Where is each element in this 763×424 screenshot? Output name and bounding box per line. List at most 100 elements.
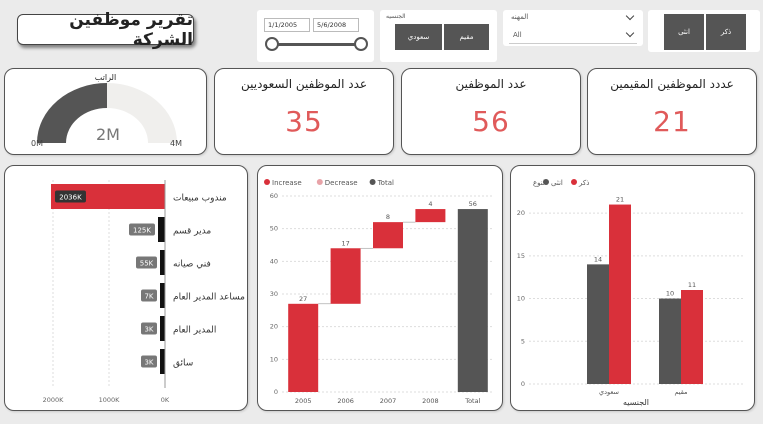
data-label: 14 (594, 255, 602, 263)
end-date-input[interactable]: 5/6/2008 (313, 18, 359, 32)
legend-label: انثى (551, 179, 563, 187)
y-tick-label: 40 (270, 257, 278, 265)
y-tick-label: 15 (517, 252, 525, 260)
gender-option-male[interactable]: ذكر (706, 14, 746, 50)
job-slicer-header: المهنه (511, 13, 529, 21)
x-tick-label: Total (464, 397, 480, 405)
gender-option-female[interactable]: انثى (664, 14, 704, 50)
data-label: 10 (666, 290, 674, 298)
data-label: 7K (144, 293, 153, 301)
bar (160, 250, 165, 275)
data-label: 17 (341, 239, 349, 247)
y-tick-label: 20 (517, 209, 525, 217)
chevron-down-icon[interactable] (625, 11, 635, 21)
data-label: 3K (144, 326, 153, 334)
gender-nationality-chart: النوع انثى ذكر051015201421سعودي1011مقيمالج… (517, 179, 743, 407)
data-label: 2036K (59, 194, 82, 202)
legend-marker (264, 179, 270, 185)
data-label: 125K (133, 227, 151, 235)
legend-marker (369, 179, 376, 185)
bar (681, 290, 703, 384)
x-tick-label: 1000K (99, 396, 121, 404)
bar (415, 209, 446, 223)
gender-slicer: انثى ذكر (648, 10, 760, 52)
bar (457, 209, 488, 392)
dropdown-underline (509, 43, 637, 44)
category-label: سائق (173, 359, 193, 369)
x-tick-label: 2008 (422, 397, 439, 405)
y-tick-label: 10 (270, 355, 278, 363)
x-axis-label: الجنسيه (623, 398, 649, 407)
category-label: مساعد المدير العام (173, 293, 245, 303)
x-tick-label: مقيم (674, 388, 687, 396)
y-tick-label: 20 (270, 323, 278, 331)
bar (160, 349, 165, 374)
y-tick-label: 60 (270, 192, 278, 200)
gauge-min-label: 0M (31, 139, 43, 148)
data-label: 3K (144, 359, 153, 367)
date-range-slicer: 1/1/2005 5/6/2008 (257, 10, 374, 62)
legend-label: ذكر (578, 179, 589, 187)
x-tick-label: 0K (161, 396, 170, 404)
kpi-saudi-title: عدد الموظفين السعوديين (240, 77, 368, 91)
job-dropdown-value[interactable]: All (513, 31, 522, 39)
gauge-max-label: 4M (170, 139, 182, 148)
nationality-slicer: الجنسيه مقيم سعودي (380, 10, 497, 62)
x-tick-label: سعودي (599, 388, 619, 396)
bar (373, 222, 403, 249)
data-label: 11 (688, 281, 696, 289)
end-date-handle[interactable] (354, 37, 368, 51)
category-label: مدير قسم (173, 227, 211, 237)
kpi-total-value: 56 (472, 105, 510, 138)
legend-marker (316, 179, 323, 185)
waterfall-chart-card: Increase Decrease Total 0 10 20 30 40 50 60 27 2005… (257, 165, 503, 411)
kpi-residents-title: عددد الموظفين المقيمين (610, 77, 734, 91)
category-label: مندوب مبيعات (173, 194, 227, 204)
y-tick-label: 0 (521, 380, 525, 388)
data-label: 4 (428, 200, 432, 208)
bar (288, 303, 319, 392)
kpi-saudi-value: 35 (285, 105, 323, 138)
data-label: 55K (140, 260, 154, 268)
waterfall-chart: Increase Decrease Total 0 10 20 30 40 50 60 27 2005… (264, 179, 494, 405)
legend-label: Increase (272, 179, 302, 187)
nationality-option-resident[interactable]: مقيم (444, 24, 489, 50)
bar (160, 316, 165, 341)
y-tick-label: 0 (274, 388, 278, 396)
kpi-total-title: عدد الموظفين (455, 77, 527, 91)
bar (330, 248, 361, 304)
kpi-residents-value: 21 (653, 105, 691, 138)
kpi-saudi-card: عدد الموظفين السعوديين 35 (214, 68, 394, 155)
legend-label: Total (377, 179, 394, 187)
y-tick-label: 5 (521, 337, 525, 345)
bar (587, 264, 609, 384)
start-date-handle[interactable] (265, 37, 279, 51)
chevron-down-icon[interactable] (625, 28, 635, 38)
data-label: 56 (469, 200, 477, 208)
nationality-option-saudi[interactable]: سعودي (395, 24, 442, 50)
bar (158, 217, 165, 242)
salary-gauge-card: الراتب 2M 0M 4M (4, 68, 207, 155)
kpi-residents-card: عددد الموظفين المقيمين 21 (587, 68, 757, 155)
y-tick-label: 10 (517, 295, 525, 303)
jobs-bar-chart: 2000K 1000K 0K 2036K مندوب مبيعات 125K مدير قس… (43, 180, 245, 404)
category-label: المدير العام (173, 326, 216, 336)
data-label: 27 (299, 295, 307, 303)
x-tick-label: 2007 (380, 397, 397, 405)
y-tick-label: 50 (270, 225, 278, 233)
report-title: تقرير موظفين الشركة (17, 10, 194, 50)
data-label: 8 (386, 213, 390, 221)
legend-label: Decrease (325, 179, 358, 187)
x-tick-label: 2005 (295, 397, 312, 405)
legend-marker (543, 179, 549, 185)
gender-nationality-chart-card: النوع انثى ذكر 0 5 10 15 20 14 21 سعودي 10 11 مقيم الج… (510, 165, 755, 411)
start-date-input[interactable]: 1/1/2005 (264, 18, 310, 32)
bar (609, 204, 631, 384)
job-dropdown-slicer[interactable]: المهنه All (503, 10, 643, 46)
x-tick-label: 2006 (337, 397, 354, 405)
data-label: 21 (616, 196, 624, 204)
nationality-slicer-header: الجنسيه (386, 13, 406, 20)
date-slider-track[interactable] (271, 43, 363, 46)
category-label: فني صيانه (173, 260, 211, 270)
x-tick-label: 2000K (43, 396, 65, 404)
